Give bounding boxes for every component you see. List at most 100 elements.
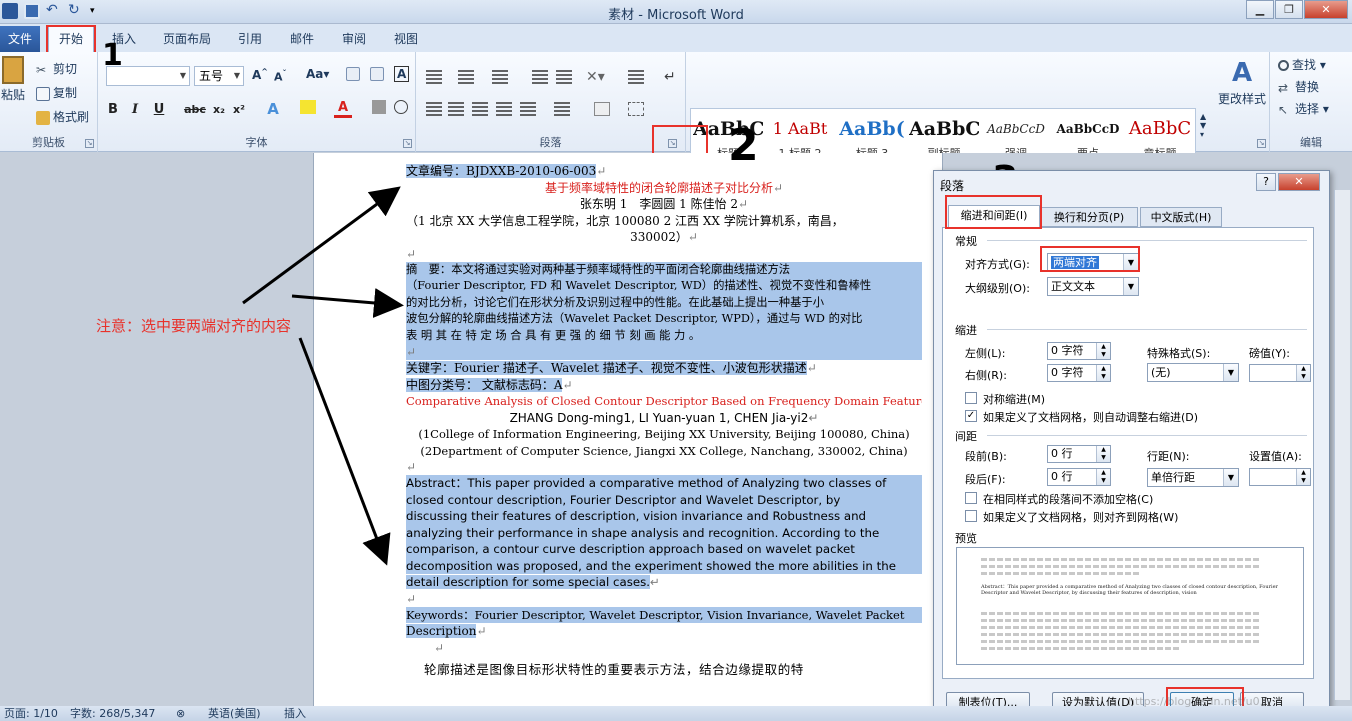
replace-label: 替换 [1295,80,1320,94]
font-size-combo[interactable]: 五号 ▼ [194,66,244,86]
outline-level-select[interactable]: 正文文本 ▼ [1047,277,1139,296]
chinese-layout-icon[interactable]: ✕▾ [586,70,608,84]
shrink-font-button[interactable]: Aˇ [274,69,287,84]
format-painter-button[interactable]: 格式刷 [36,108,89,125]
tab-mailings[interactable]: 邮件 [290,28,314,50]
minimize-button[interactable]: ▁ [1246,0,1274,19]
page-count[interactable]: 页面: 1/10 [4,706,58,721]
special-format-select[interactable]: (无) ▼ [1147,363,1239,382]
paste-button[interactable]: 粘贴 [0,56,26,103]
mirror-indent-checkbox[interactable] [965,392,977,404]
line-spacing-icon[interactable] [554,102,570,116]
change-case-button[interactable]: Aa▾ [306,67,329,81]
enclose-char-icon[interactable] [392,100,410,118]
select-button[interactable]: ↖ 选择 ▾ [1278,100,1329,117]
tab-references[interactable]: 引用 [238,28,262,50]
superscript-button[interactable]: x² [230,103,248,116]
annotation-note: 注意：选中要两端对齐的内容 [96,317,292,335]
space-before-spinner[interactable]: 0 行 ▲ ▼ [1047,445,1111,463]
insert-mode[interactable]: 插入 [284,706,306,721]
multilevel-list-icon[interactable] [492,70,508,84]
space-before-label: 段前(B): [965,450,1007,463]
space-before-value: 0 行 [1051,447,1073,460]
abstract-cn-line: 波包分解的轮廓曲线描述方法（Wavelet Packet Descriptor,… [406,311,922,328]
borders-icon[interactable] [628,102,644,116]
vertical-scrollbar[interactable] [1334,190,1350,700]
change-styles-label: 更改样式 [1217,92,1266,106]
replace-button[interactable]: ⇄ 替换 [1278,78,1319,95]
style-sample: AaBbC [909,118,979,140]
cut-label: 剪切 [53,62,78,76]
document-page[interactable]: 文章编号：BJDXXB-2010-06-003↵ 基于频率域特性的闭合轮廓描述子… [313,153,943,706]
align-left-icon[interactable] [426,102,442,116]
find-button[interactable]: 查找 ▾ [1278,56,1326,73]
font-color-button[interactable]: A [334,100,352,118]
cut-button[interactable]: ✂ 剪切 [36,60,77,77]
tab-review[interactable]: 审阅 [342,28,366,50]
no-space-checkbox[interactable] [965,492,977,504]
section-spacing: 间距 [955,430,977,443]
justify-icon[interactable] [496,102,512,116]
increase-indent-icon[interactable] [556,70,572,84]
copy-button[interactable]: 复制 [36,84,77,101]
font-launcher[interactable]: ↘ [403,139,412,148]
char-border-icon[interactable]: A [394,66,410,82]
show-marks-icon[interactable]: ↵ [664,70,680,84]
replace-icon: ⇄ [1278,80,1289,95]
shading-icon[interactable] [594,102,610,116]
italic-button[interactable]: I [126,102,144,117]
font-group: ▼ 五号 ▼ A^ Aˇ Aa▾ A B I U abc x₂ x² A A 字体… [98,52,416,152]
line-spacing-select[interactable]: 单倍行距 ▼ [1147,468,1239,487]
highlight-indent-tab [945,195,1042,229]
space-after-value: 0 行 [1051,470,1073,483]
word-count[interactable]: 字数: 268/5,347 [70,706,155,721]
find-label: 查找 [1292,58,1317,72]
change-styles-button[interactable]: A 更改样式 [1216,56,1268,107]
abstract-en-line: analyzing their performance in shape ana… [406,524,922,541]
align-right-icon[interactable] [472,102,488,116]
tab-file[interactable]: 文件 [0,26,40,52]
sort-icon[interactable] [628,70,644,84]
bold-button[interactable]: B [104,102,122,117]
tab-view[interactable]: 视图 [394,28,418,50]
numbering-icon[interactable] [458,70,474,84]
underline-button[interactable]: U [150,102,168,117]
decrease-indent-icon[interactable] [532,70,548,84]
close-button[interactable]: ✕ [1304,0,1348,19]
phonetic-guide-icon[interactable] [370,66,387,81]
styles-launcher[interactable]: ↘ [1257,139,1266,148]
auto-adjust-checkbox[interactable]: ✓ [965,410,977,422]
clear-format-icon[interactable] [346,66,363,81]
subscript-button[interactable]: x₂ [210,103,228,116]
tab-line-page-breaks[interactable]: 换行和分页(P) [1040,207,1138,227]
space-after-spinner[interactable]: 0 行 ▲ ▼ [1047,468,1111,486]
right-indent-spinner[interactable]: 0 字符 ▲ ▼ [1047,364,1111,382]
tab-page-layout[interactable]: 页面布局 [163,28,211,50]
measure-label: 磅值(Y): [1249,347,1291,360]
tab-asian-typography[interactable]: 中文版式(H) [1140,207,1222,227]
keywords-en-2: Description [406,624,477,638]
grow-font-button[interactable]: A^ [252,67,268,82]
document-content[interactable]: 文章编号：BJDXXB-2010-06-003↵ 基于频率域特性的闭合轮廓描述子… [406,163,922,678]
measure-spinner[interactable]: ▲ ▼ [1249,364,1311,382]
strikethrough-button[interactable]: abc [184,103,206,116]
at-value-label: 设置值(A): [1249,450,1302,463]
text-effects-button[interactable]: A [264,100,282,118]
format-painter-icon [36,110,50,125]
gallery-scroll-icon[interactable]: ▲ ▼ ▾ [1200,112,1206,139]
snap-grid-checkbox[interactable] [965,510,977,522]
left-indent-spinner[interactable]: 0 字符 ▲ ▼ [1047,342,1111,360]
proofing-icon[interactable]: ⊗ [176,706,185,721]
help-button[interactable]: ? [1256,173,1276,191]
clipboard-launcher[interactable]: ↘ [85,139,94,148]
distributed-icon[interactable] [520,102,536,116]
at-value-spinner[interactable]: ▲ ▼ [1249,468,1311,486]
select-label: 选择 [1295,102,1320,116]
highlight-color-button[interactable] [296,100,320,118]
align-center-icon[interactable] [448,102,464,116]
char-shading-icon[interactable] [370,100,388,118]
bullets-icon[interactable] [426,70,442,84]
dialog-close-button[interactable]: ✕ [1278,173,1320,191]
language-indicator[interactable]: 英语(美国) [208,706,261,721]
maximize-button[interactable]: ❐ [1275,0,1303,19]
